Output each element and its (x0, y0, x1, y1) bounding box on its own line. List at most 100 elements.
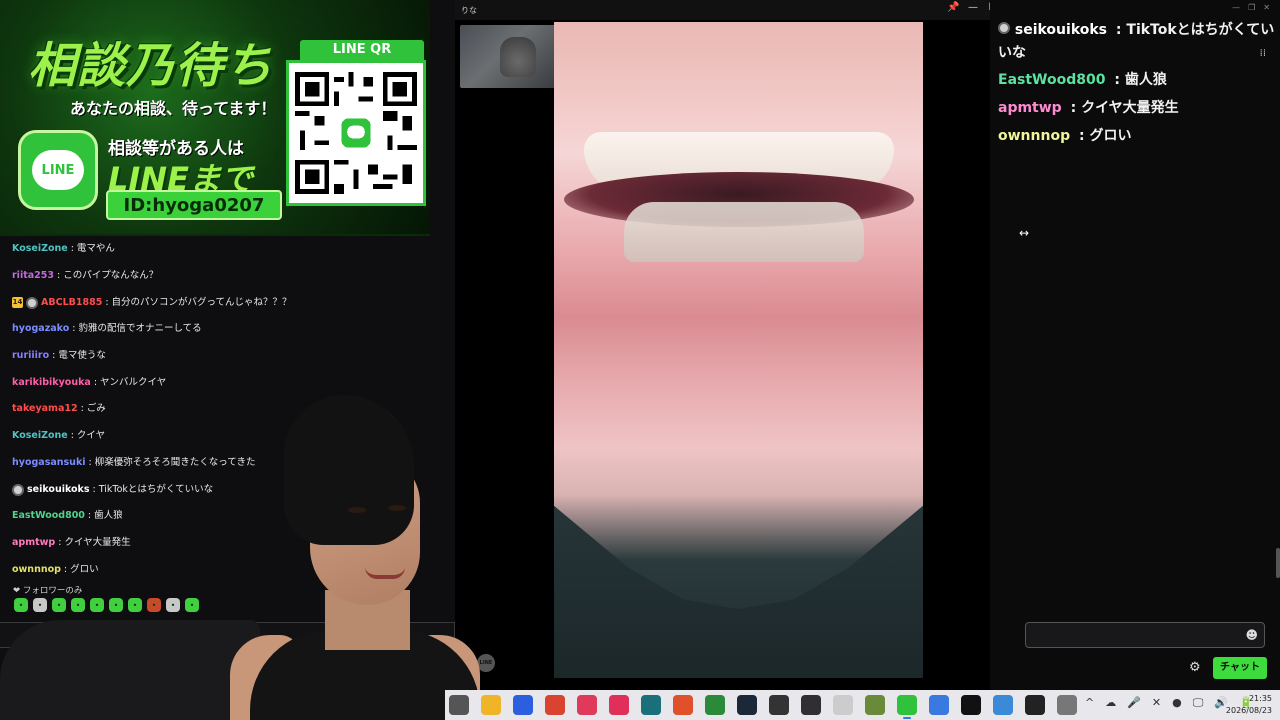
side-menu-icon[interactable]: ⁞⁞ (1260, 48, 1266, 59)
chat-text: 電マ使うな (58, 350, 106, 362)
app-blue-icon[interactable] (513, 695, 533, 715)
app-green-icon[interactable] (705, 695, 725, 715)
chat-username[interactable]: takeyama12 (12, 401, 78, 417)
tray-x-icon[interactable]: ✕ (1152, 696, 1161, 710)
chat-text: 電マやん (76, 243, 115, 255)
chat-username[interactable]: ownnnop (998, 128, 1070, 144)
tiktok-icon[interactable] (609, 695, 629, 715)
chrome-icon[interactable] (545, 695, 565, 715)
emote-icon[interactable]: • (166, 598, 180, 612)
chat-username[interactable]: EastWood800 (12, 508, 85, 524)
davinci-icon[interactable] (769, 695, 789, 715)
emote-icon[interactable]: • (185, 598, 199, 612)
clock-date: 2026/08/23 (1225, 706, 1272, 715)
taskbar-apps (449, 695, 1077, 719)
unreal-icon[interactable] (961, 695, 981, 715)
chat-username[interactable]: KoseiZone (12, 428, 68, 444)
chat-message: riita253: このパイプなんなん？ (12, 263, 442, 290)
app-black-icon[interactable] (1025, 695, 1045, 715)
emoji-icon[interactable]: ☻ (1245, 628, 1258, 642)
tray-app-icon[interactable]: ● (1172, 696, 1182, 710)
chat-username[interactable]: apmtwp (12, 535, 55, 551)
chat-username[interactable]: hyogasansuki (12, 455, 86, 471)
taskbar: ^ ☁ 🎤 ✕ ● 🖵 🔊 🔋 21:35 2026/08/23 (445, 690, 1280, 720)
restore-icon[interactable]: ❐ (1248, 3, 1255, 12)
remote-video (554, 22, 923, 678)
app-white-icon[interactable] (833, 695, 853, 715)
settings-gear-icon[interactable]: ⚙ (1189, 660, 1201, 675)
display-icon[interactable]: 🖵 (1193, 696, 1204, 710)
chat-text: グロい (1089, 128, 1132, 144)
chat-text: いな (998, 45, 1026, 61)
chat-username[interactable]: hyogazako (12, 321, 69, 337)
app-pink-icon[interactable] (577, 695, 597, 715)
chat-username[interactable]: ABCLB1885 (41, 295, 102, 311)
app-notify-icon[interactable] (929, 695, 949, 715)
chat-username[interactable]: KoseiZone (12, 241, 68, 257)
chat-text: 歯人狼 (1124, 72, 1167, 88)
chat-colon: : (88, 456, 92, 468)
chat-message: KoseiZone: 電マやん (12, 236, 442, 263)
minecraft-icon[interactable] (865, 695, 885, 715)
right-chat-message: seikouikoks : TikTokとはちがくてい (998, 19, 1274, 41)
chat-input[interactable]: ☻ (1025, 622, 1265, 648)
emote-row: • • • • • • • • • • (14, 598, 199, 612)
qr-code-graphic (295, 72, 417, 194)
banner-title: 相談乃待ち (28, 38, 274, 94)
streamer-smile (365, 567, 405, 579)
right-window-controls: — ❐ ✕ (1232, 3, 1270, 12)
chat-username[interactable]: ruriiiro (12, 348, 49, 364)
brave-icon[interactable] (673, 695, 693, 715)
line-icon[interactable] (897, 695, 917, 719)
emote-icon[interactable]: • (109, 598, 123, 612)
sub-badge-icon: 14 (12, 297, 23, 309)
file-explorer-icon[interactable] (481, 695, 501, 715)
emote-icon[interactable]: • (33, 598, 47, 612)
chat-text: 豹雅の配信でオナニーしてる (78, 323, 202, 335)
chat-username[interactable]: riita253 (12, 268, 54, 284)
chat-message: ruriiiro: 電マ使うな (12, 343, 442, 370)
emote-icon[interactable]: • (90, 598, 104, 612)
emote-icon[interactable]: • (14, 598, 28, 612)
chat-username[interactable]: ownnnop (12, 562, 61, 578)
avatar (12, 483, 24, 496)
tray-chevron-icon[interactable]: ^ (1085, 696, 1094, 710)
call-titlebar: りな 📌 — ☐ ✕ (455, 0, 1025, 20)
emote-icon[interactable]: • (128, 598, 142, 612)
chat-send-button[interactable]: チャット (1213, 657, 1267, 679)
call-title: りな (461, 6, 477, 15)
emote-icon[interactable]: • (147, 598, 161, 612)
minimize-icon[interactable]: — (1232, 3, 1240, 12)
onedrive-icon[interactable]: ☁ (1105, 696, 1116, 710)
chair (0, 620, 260, 720)
banner-subtitle: あなたの相談、待ってます！ (70, 99, 277, 118)
streamer-webcam (0, 395, 480, 720)
chat-colon: : (70, 430, 74, 442)
clock[interactable]: 21:35 2026/08/23 (1226, 693, 1272, 717)
video-shirt (554, 505, 923, 678)
steam-icon[interactable] (737, 695, 757, 715)
chat-colon: : (52, 350, 56, 362)
close-icon[interactable]: ✕ (1263, 3, 1270, 12)
emote-icon[interactable]: • (71, 598, 85, 612)
chat-username[interactable]: seikouikoks (27, 482, 90, 498)
pin-icon[interactable]: 📌 (947, 2, 959, 13)
emote-icon[interactable]: • (52, 598, 66, 612)
chat-username[interactable]: apmtwp (998, 100, 1062, 116)
minimize-button[interactable]: — (967, 2, 979, 13)
photos-icon[interactable] (993, 695, 1013, 715)
chat-text: TikTokとはちがくていいな (98, 483, 214, 495)
chat-text: 歯人狼 (94, 510, 123, 522)
obs-icon[interactable] (801, 695, 821, 715)
settings-icon[interactable] (1057, 695, 1077, 715)
app-teal-icon[interactable] (641, 695, 661, 715)
chat-text: TikTokとはちがくてい (1126, 22, 1275, 38)
chat-username[interactable]: EastWood800 (998, 72, 1105, 88)
right-chat-message-continued: いな (998, 42, 1026, 64)
chat-message: karikibikyouka: ヤンバルクイヤ (12, 369, 442, 396)
chat-username[interactable]: seikouikoks (1015, 22, 1107, 38)
task-view-icon[interactable] (449, 695, 469, 715)
chat-username[interactable]: karikibikyouka (12, 375, 91, 391)
scrollbar[interactable] (1276, 548, 1280, 578)
microphone-icon[interactable]: 🎤 (1127, 696, 1141, 710)
